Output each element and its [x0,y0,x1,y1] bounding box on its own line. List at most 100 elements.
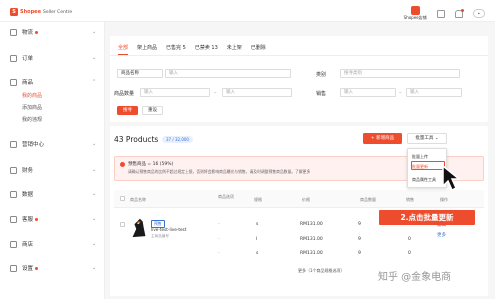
tab-sold-out[interactable]: 已售完 5 [166,44,186,55]
product-icon [10,78,17,86]
chevron-down-icon: ⌄ [92,191,97,197]
name-filter-select[interactable]: 商品名称 [117,69,163,78]
variation-empty: - [218,237,220,242]
product-sku: 主商品编号 [151,234,169,238]
top-bar: S Shopee Seller Centre Shopee店铺 • [0,0,495,22]
tab-banned[interactable]: 已禁卖 13 [195,44,218,55]
col-price[interactable]: 价格 [302,197,310,203]
notification-dot [35,267,39,270]
sidebar-item-shop[interactable]: 商店 ⌄ [0,238,105,250]
instruction-callout: 2.点击批量更新 [379,210,475,225]
chevron-down-icon: ⌄ [92,216,97,222]
variation-empty: - [218,251,220,256]
category-label: 类别 [316,72,327,78]
col-variations[interactable]: 商品选项 [218,194,236,200]
tab-all[interactable]: 全部 [118,44,129,55]
shopee-logo[interactable]: S Shopee Seller Centre [10,8,72,16]
variation-empty: - [218,222,220,227]
sidebar-item-label: 物流 [22,30,34,36]
shop-label: Shopee店铺 [403,15,427,20]
sidebar-item-settings[interactable]: 设置 ⌄ [0,262,105,274]
shopee-bag-icon: S [10,8,18,16]
sidebar-item-label: 营销中心 [22,142,45,148]
sidebar-item-data[interactable]: 数据 ⌄ [0,188,105,200]
sales-value: 0 [408,251,411,256]
sidebar-item-label: 数据 [22,192,34,198]
col-sales[interactable]: 销售 [406,197,414,203]
name-filter-input[interactable]: 输入 [165,69,291,78]
sidebar: 物流 ⌄ 订单 ⌄ 商品 ⌃ 我的商品 添加商品 我的违规 营销中心 ⌄ 财务 … [0,22,105,299]
sidebar-item-customer-service[interactable]: 客服 ⌄ [0,213,105,225]
chevron-down-icon: ⌄ [92,55,97,61]
add-product-button[interactable]: + 新增商品 [363,133,402,144]
chart-icon [10,190,17,198]
sidebar-sub-my-products[interactable]: 我的商品 [22,92,42,99]
shop-button[interactable]: Shopee店铺 [404,6,427,21]
price-value: RM131.00 [300,251,323,256]
category-select[interactable]: 搜寻类别 [340,69,460,78]
sidebar-item-label: 财务 [22,168,34,174]
chevron-down-icon: ⌄ [92,167,97,173]
price-value: RM131.00 [300,237,323,242]
sidebar-item-orders[interactable]: 订单 ⌄ [0,52,105,64]
col-spec[interactable]: 规格 [254,197,262,203]
notification-dot [35,218,39,221]
sidebar-item-products[interactable]: 商品 ⌃ [0,76,105,88]
sidebar-item-logistics[interactable]: 物流 ⌄ [0,26,105,38]
bulk-tools-button[interactable]: 批量工具 ⌄ [407,133,447,144]
reset-button[interactable]: 重设 [142,106,163,115]
sales-min-input[interactable]: 输入 [340,88,396,97]
tab-unlisted[interactable]: 未上架 [227,44,242,55]
sidebar-item-label: 客服 [22,217,34,223]
status-tabs: 全部 架上商品 已售完 5 已禁卖 13 未上架 已删除 [118,44,275,55]
sales-value: 0 [408,237,411,242]
sidebar-item-label: 商品 [22,80,34,86]
sidebar-item-marketing[interactable]: 营销中心 ⌄ [0,138,105,150]
quota-badge: 37 / 32,000 [162,136,193,143]
tab-live[interactable]: 架上商品 [137,44,157,55]
chevron-down-icon: ⌄ [92,265,97,271]
search-button[interactable]: 搜寻 [117,106,138,115]
sidebar-item-finance[interactable]: 财务 ⌄ [0,164,105,176]
sales-max-input[interactable]: 输入 [406,88,462,97]
stock-max-input[interactable]: 输入 [222,88,292,97]
products-count-title: 43 Products [114,135,159,144]
apps-icon[interactable] [436,9,445,18]
table-header: 商品名称 商品选项 规格 价格 商品数量 销售 操作 [114,190,484,208]
col-product-name[interactable]: 商品名称 [130,197,146,203]
warning-body: 请确认预售商品的比例不超过规定上限，否则将会影响商品曝光与销售，请及时调整预售商… [128,169,311,174]
more-actions-link[interactable]: 更多 [437,232,446,238]
sidebar-item-label: 订单 [22,56,34,62]
product-thumbnail[interactable] [128,216,150,238]
chevron-down-icon: ⌄ [434,136,439,141]
stock-min-input[interactable]: 输入 [140,88,210,97]
shop-icon [410,6,420,15]
zhihu-watermark: 知乎 @金象电商 [378,272,452,283]
product-name[interactable]: live-test-live-test [151,227,186,232]
stock-value: 9 [358,222,361,227]
tab-deleted[interactable]: 已删除 [251,44,266,55]
select-all-checkbox[interactable] [120,196,125,201]
bell-icon[interactable] [454,8,464,18]
top-right-actions: Shopee店铺 • [404,6,485,21]
chevron-up-icon: ⌃ [92,79,97,85]
headset-icon [10,215,17,223]
logo-subtext: Seller Centre [42,9,73,15]
range-dash: – [399,90,402,96]
chevron-down-icon: ⌄ [92,141,97,147]
more-variations-link[interactable]: 更多（1个商品规格选项） [298,268,345,274]
bulk-tools-label: 批量工具 [415,136,434,141]
col-actions: 操作 [440,197,448,202]
truck-icon [10,28,17,36]
sidebar-sub-add-product[interactable]: 添加商品 [22,104,42,111]
row-checkbox[interactable] [120,222,125,227]
user-menu[interactable]: • [472,9,485,18]
mouse-pointer-icon [442,164,462,192]
warning-icon [120,162,125,167]
variation-value: s [256,251,259,256]
menu-item-attribute-tool[interactable]: 商品属性工具 [412,177,436,183]
col-stock[interactable]: 商品数量 [360,197,376,203]
sidebar-item-label: 商店 [22,242,34,248]
sidebar-sub-violations[interactable]: 我的违规 [22,116,42,123]
menu-item-mass-upload[interactable]: 批量上传 [412,154,428,160]
